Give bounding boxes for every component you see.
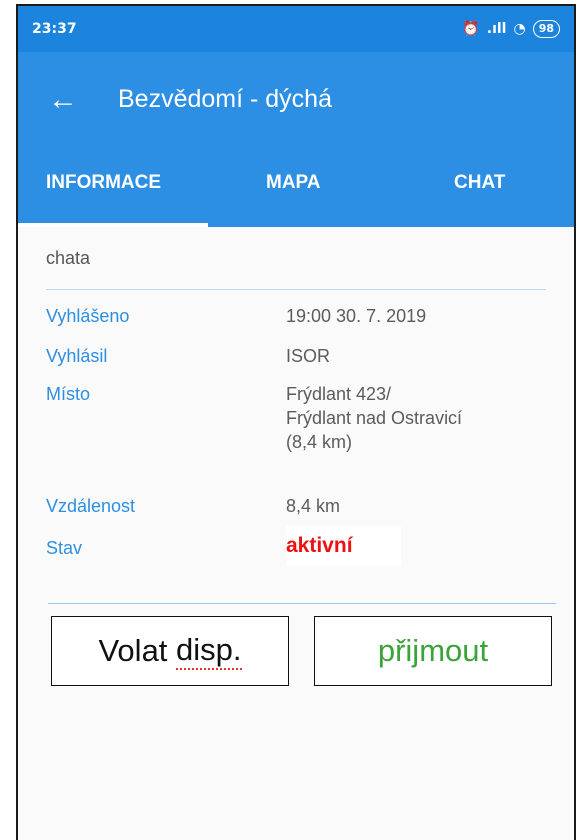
status-value: aktivní bbox=[286, 526, 401, 566]
status-label: Stav bbox=[46, 538, 83, 558]
place-line-2: Frýdlant nad Ostravicí bbox=[286, 408, 463, 428]
back-arrow-icon[interactable]: ← bbox=[18, 83, 118, 117]
place-value: Frýdlant 423/ Frýdlant nad Ostravicí (8,… bbox=[286, 382, 462, 494]
detail-row-reporter: Vyhlásil ISOR bbox=[46, 344, 546, 382]
accept-button[interactable]: přijmout bbox=[314, 616, 552, 686]
call-dispatch-button[interactable]: Volat disp. bbox=[51, 616, 289, 686]
reporter-label: Vyhlásil bbox=[46, 346, 108, 366]
place-line-1: Frýdlant 423/ bbox=[286, 384, 392, 404]
tab-bar: INFORMACE MAPA CHAT bbox=[18, 147, 574, 227]
detail-rows: Vyhlášeno 19:00 30. 7. 2019 Vyhlásil ISO… bbox=[46, 290, 546, 576]
page-title: Bezvědomí - dýchá bbox=[118, 85, 332, 113]
status-bar: 23:37 ⏰ .ıll ◔ 98 bbox=[18, 6, 574, 52]
detail-row-status: Stav aktivní bbox=[46, 526, 546, 576]
active-tab-indicator bbox=[18, 223, 208, 227]
signal-icon: .ıll bbox=[486, 21, 507, 37]
app-bar: ← Bezvědomí - dýchá bbox=[18, 52, 574, 147]
tab-chat[interactable]: CHAT bbox=[454, 147, 505, 227]
tab-mapa[interactable]: MAPA bbox=[266, 147, 321, 227]
status-icons: ⏰ .ıll ◔ 98 bbox=[462, 20, 560, 38]
status-time: 23:37 bbox=[32, 21, 77, 37]
detail-row-place: Místo Frýdlant 423/ Frýdlant nad Ostravi… bbox=[46, 382, 546, 494]
reported-value: 19:00 30. 7. 2019 bbox=[286, 306, 427, 326]
wifi-icon: ◔ bbox=[513, 21, 526, 37]
content-divider bbox=[48, 603, 556, 604]
detail-row-reported: Vyhlášeno 19:00 30. 7. 2019 bbox=[46, 304, 546, 344]
detail-content: chata Vyhlášeno 19:00 30. 7. 2019 Vyhlás… bbox=[18, 227, 574, 576]
reported-label: Vyhlášeno bbox=[46, 306, 130, 326]
tab-informace[interactable]: INFORMACE bbox=[46, 147, 161, 227]
place-label: Místo bbox=[46, 384, 91, 404]
battery-icon: 98 bbox=[532, 20, 560, 38]
distance-label: Vzdálenost bbox=[46, 496, 136, 516]
place-line-3: (8,4 km) bbox=[286, 432, 353, 452]
phone-screen: 23:37 ⏰ .ıll ◔ 98 ← Bezvědomí - dýchá IN… bbox=[16, 4, 576, 840]
call-dispatch-label-a: Volat bbox=[98, 633, 177, 668]
alarm-icon: ⏰ bbox=[462, 21, 480, 37]
call-dispatch-label-b: disp. bbox=[176, 632, 242, 670]
incident-subtitle: chata bbox=[46, 227, 546, 290]
reporter-value: ISOR bbox=[286, 346, 331, 366]
